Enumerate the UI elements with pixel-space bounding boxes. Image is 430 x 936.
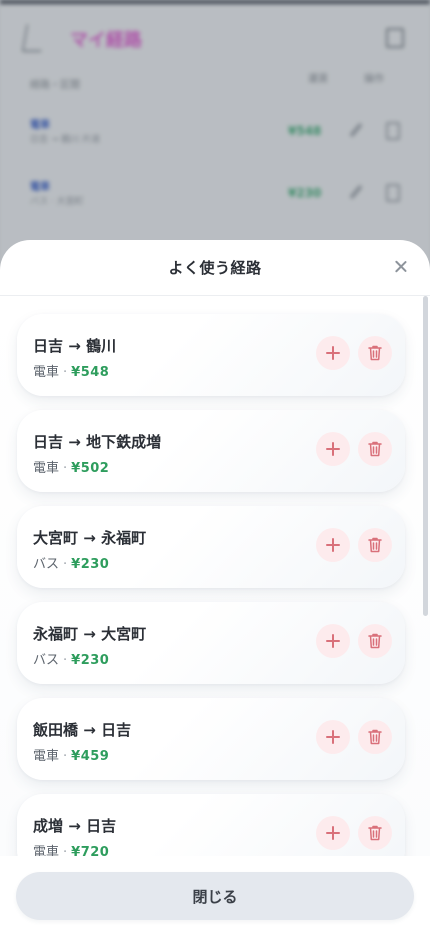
trash-icon: [368, 825, 382, 841]
route-to: 日吉: [101, 721, 132, 739]
arrow-icon: →: [83, 529, 96, 547]
add-route-button[interactable]: [316, 432, 350, 466]
route-to: 永福町: [101, 529, 147, 547]
route-from: 日吉: [33, 433, 64, 451]
route-mode: 電車: [33, 365, 60, 380]
route-from: 日吉: [33, 337, 64, 355]
arrow-icon: →: [83, 721, 96, 739]
trash-icon: [368, 729, 382, 745]
plus-icon: [326, 346, 340, 360]
route-card[interactable]: 日吉 → 地下鉄成増 電車 · ¥502: [17, 410, 405, 492]
route-mode: 電車: [33, 845, 60, 856]
route-separator: ·: [63, 557, 68, 572]
add-route-button[interactable]: [316, 336, 350, 370]
route-from: 成増: [33, 817, 64, 835]
route-card[interactable]: 永福町 → 大宮町 バス · ¥230: [17, 602, 405, 684]
sheet-header: よく使う経路: [0, 240, 430, 296]
route-name: 成増 → 日吉: [33, 815, 116, 836]
plus-icon: [326, 826, 340, 840]
route-fare: ¥548: [71, 365, 110, 380]
add-route-button[interactable]: [316, 528, 350, 562]
route-mode: 電車: [33, 749, 60, 764]
arrow-icon: →: [68, 337, 81, 355]
route-fare: ¥230: [71, 653, 110, 668]
close-button[interactable]: 閉じる: [16, 872, 414, 920]
delete-route-button[interactable]: [358, 432, 392, 466]
route-to: 大宮町: [101, 625, 147, 643]
route-name: 日吉 → 地下鉄成増: [33, 431, 161, 452]
route-meta: 電車 · ¥720: [33, 841, 109, 856]
arrow-icon: →: [83, 625, 96, 643]
scrollbar[interactable]: [423, 296, 428, 616]
route-card[interactable]: 成増 → 日吉 電車 · ¥720: [17, 794, 405, 856]
route-from: 永福町: [33, 625, 79, 643]
plus-icon: [326, 538, 340, 552]
route-list[interactable]: 日吉 → 鶴川 電車 · ¥548 日吉 → 地下鉄成増 電車 · ¥502 大…: [0, 296, 430, 856]
route-from: 大宮町: [33, 529, 79, 547]
add-route-button[interactable]: [316, 720, 350, 754]
route-meta: 電車 · ¥502: [33, 457, 109, 476]
close-icon[interactable]: [390, 256, 412, 278]
delete-route-button[interactable]: [358, 528, 392, 562]
route-fare: ¥502: [71, 461, 110, 476]
route-name: 飯田橋 → 日吉: [33, 719, 131, 740]
plus-icon: [326, 442, 340, 456]
route-separator: ·: [63, 653, 68, 668]
route-name: 永福町 → 大宮町: [33, 623, 146, 644]
route-meta: 電車 · ¥459: [33, 745, 109, 764]
sheet-title: よく使う経路: [168, 259, 262, 277]
route-name: 日吉 → 鶴川: [33, 335, 116, 356]
route-mode: バス: [33, 653, 60, 668]
trash-icon: [368, 345, 382, 361]
delete-route-button[interactable]: [358, 720, 392, 754]
route-card[interactable]: 大宮町 → 永福町 バス · ¥230: [17, 506, 405, 588]
route-meta: 電車 · ¥548: [33, 361, 109, 380]
route-fare: ¥459: [71, 749, 110, 764]
route-card[interactable]: 飯田橋 → 日吉 電車 · ¥459: [17, 698, 405, 780]
route-from: 飯田橋: [33, 721, 79, 739]
delete-route-button[interactable]: [358, 816, 392, 850]
add-route-button[interactable]: [316, 624, 350, 658]
route-meta: バス · ¥230: [33, 649, 109, 668]
arrow-icon: →: [68, 433, 81, 451]
route-to: 日吉: [86, 817, 117, 835]
route-separator: ·: [63, 365, 68, 380]
plus-icon: [326, 730, 340, 744]
route-mode: バス: [33, 557, 60, 572]
sheet-footer: 閉じる: [0, 856, 430, 936]
arrow-icon: →: [68, 817, 81, 835]
route-separator: ·: [63, 845, 68, 856]
add-route-button[interactable]: [316, 816, 350, 850]
plus-icon: [326, 634, 340, 648]
route-to: 地下鉄成増: [86, 433, 162, 451]
route-card[interactable]: 日吉 → 鶴川 電車 · ¥548: [17, 314, 405, 396]
trash-icon: [368, 537, 382, 553]
route-meta: バス · ¥230: [33, 553, 109, 572]
delete-route-button[interactable]: [358, 336, 392, 370]
route-separator: ·: [63, 749, 68, 764]
trash-icon: [368, 633, 382, 649]
route-mode: 電車: [33, 461, 60, 476]
delete-route-button[interactable]: [358, 624, 392, 658]
favorite-routes-sheet: よく使う経路 日吉 → 鶴川 電車 · ¥548 日吉 → 地下鉄成増 電車 ·…: [0, 240, 430, 936]
route-fare: ¥720: [71, 845, 110, 856]
trash-icon: [368, 441, 382, 457]
route-name: 大宮町 → 永福町: [33, 527, 146, 548]
route-to: 鶴川: [86, 337, 117, 355]
route-fare: ¥230: [71, 557, 110, 572]
route-separator: ·: [63, 461, 68, 476]
